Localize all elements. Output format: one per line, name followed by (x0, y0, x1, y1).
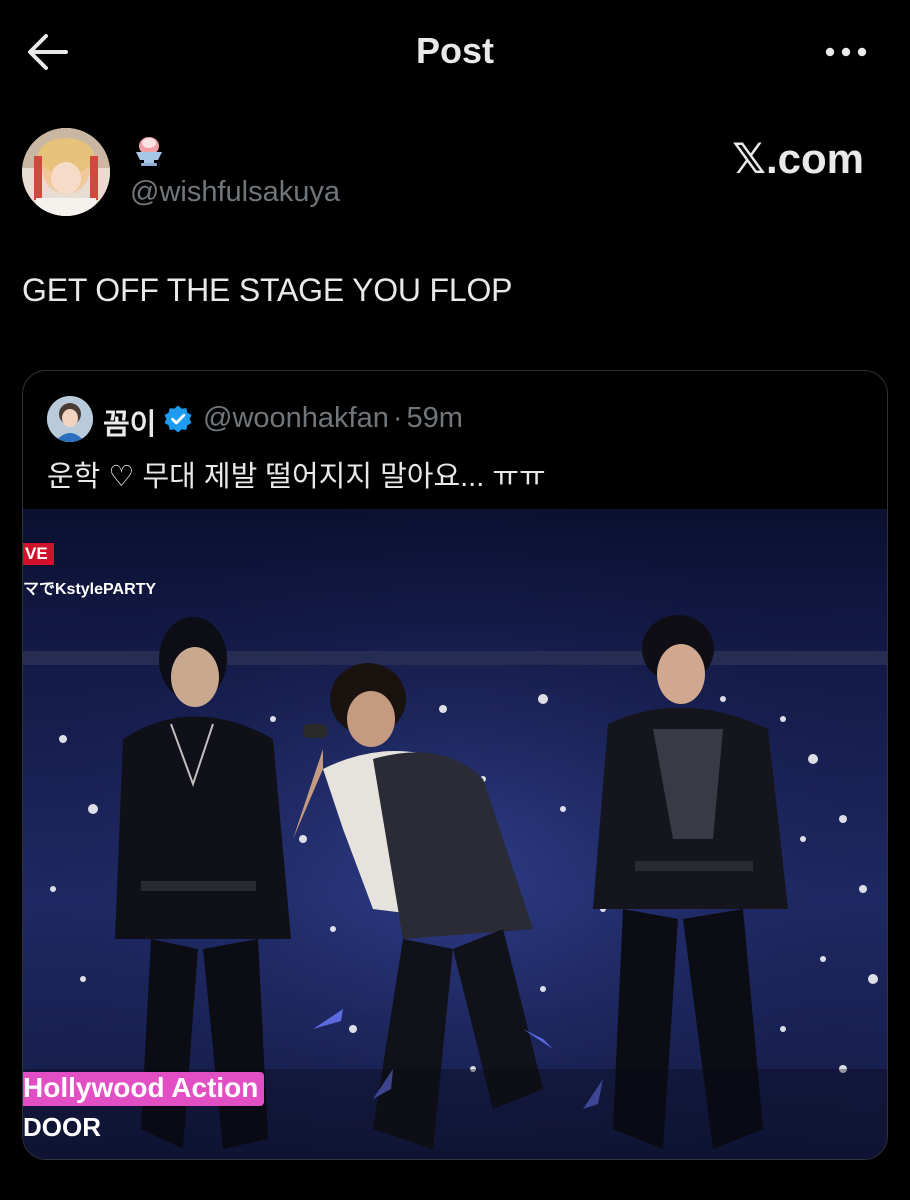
more-options-icon[interactable] (822, 38, 870, 66)
stage-performance-image (23, 509, 887, 1159)
verified-badge-icon (163, 404, 193, 434)
quoted-text: 운학 ♡ 무대 제발 떨어지지 말아요... ㅠㅠ (47, 461, 546, 493)
shaved-ice-emoji (130, 136, 168, 168)
quoted-handle[interactable]: @woonhakfan (203, 402, 389, 434)
post-text: GET OFF THE STAGE YOU FLOP (22, 272, 513, 308)
channel-caption: マでKstylePARTY (23, 581, 157, 598)
quoted-media-image[interactable]: VE マでKstylePARTY Hollywood Action DOOR (23, 509, 887, 1159)
live-badge: VE (23, 543, 54, 565)
post-author: @wishfulsakuya 𝕏.com (22, 128, 888, 220)
quoted-meta: @woonhakfan · 59m (203, 402, 463, 435)
quoted-timestamp[interactable]: 59m (407, 402, 463, 434)
quoted-display-name[interactable]: 꼼이 (103, 401, 156, 443)
source-brand: 𝕏.com (732, 135, 864, 182)
avatar[interactable] (22, 128, 110, 216)
quoted-post[interactable]: 꼼이 @woonhakfan · 59m 운학 ♡ 무대 제발 떨어지지 말아요..… (22, 370, 888, 1160)
song-caption: Hollywood Action (23, 1072, 265, 1106)
page-title: Post (415, 30, 494, 71)
meta-separator: · (392, 402, 403, 434)
author-handle[interactable]: @wishfulsakuya (130, 176, 340, 209)
top-bar: Post (0, 0, 910, 104)
group-caption: DOOR (23, 1112, 101, 1142)
quoted-avatar[interactable] (47, 396, 93, 442)
